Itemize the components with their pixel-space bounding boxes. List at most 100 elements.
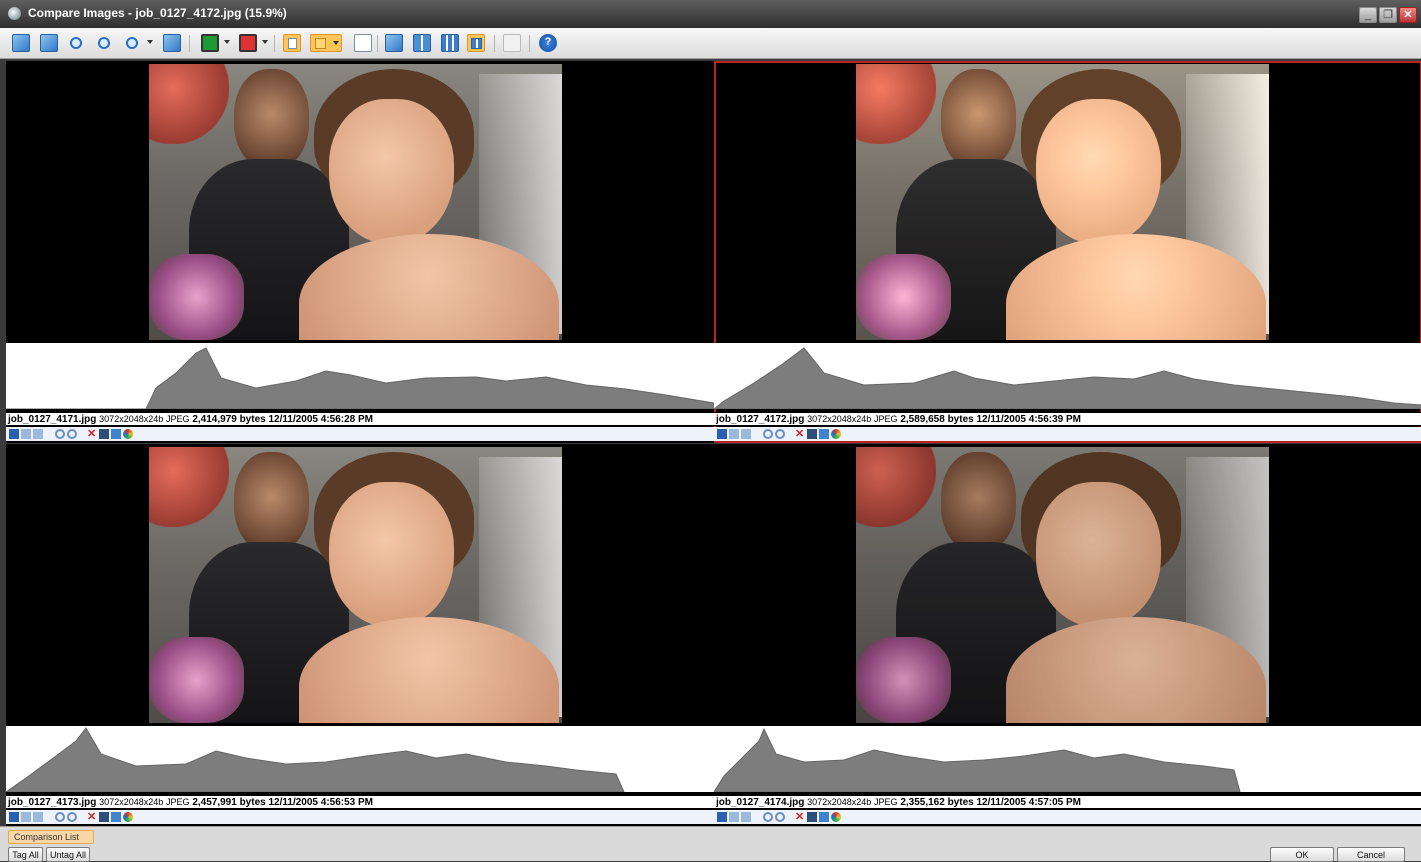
save-icon[interactable]	[9, 429, 19, 439]
open-icon[interactable]	[729, 429, 739, 439]
photo-image[interactable]	[856, 64, 1269, 340]
image-panel[interactable]: job_0127_4173.jpg 3072x2048x24b JPEG 2,4…	[6, 444, 714, 826]
image-format: JPEG	[166, 414, 190, 424]
color-wheel-icon[interactable]	[831, 429, 841, 439]
three-up-icon[interactable]	[441, 34, 459, 52]
refresh-icon[interactable]	[33, 429, 43, 439]
untag-all-button[interactable]: Untag All	[46, 847, 90, 862]
zoom-menu-icon[interactable]	[126, 37, 138, 49]
chevron-down-icon[interactable]	[224, 40, 230, 44]
crop-icon[interactable]	[99, 429, 109, 439]
panel-toolbar: ✕	[714, 427, 1421, 441]
bride-face	[1036, 482, 1161, 627]
photo-image[interactable]	[149, 447, 562, 723]
window-title: Compare Images - job_0127_4172.jpg (15.9…	[28, 6, 287, 20]
color-wheel-icon[interactable]	[831, 812, 841, 822]
panel-toolbar: ✕	[714, 810, 1421, 824]
refresh-icon[interactable]	[741, 429, 751, 439]
histogram	[6, 726, 714, 792]
red-color-icon[interactable]	[239, 34, 257, 52]
delete-icon[interactable]: ✕	[87, 812, 97, 823]
zoom-in-icon[interactable]	[55, 429, 65, 439]
zoom-out-icon[interactable]	[775, 429, 785, 439]
refresh-icon[interactable]	[741, 812, 751, 822]
histogram	[714, 726, 1421, 792]
image-format: JPEG	[166, 797, 190, 807]
restore-button[interactable]: ❐	[1379, 7, 1397, 23]
zoom-out-icon[interactable]	[775, 812, 785, 822]
page-icon-button[interactable]	[283, 34, 301, 52]
groom-head	[941, 452, 1016, 552]
open-icon[interactable]	[21, 812, 31, 822]
histogram-graph	[714, 727, 1241, 792]
image-edit-icon[interactable]	[819, 812, 829, 822]
chevron-down-icon[interactable]	[262, 40, 268, 44]
groom-head	[234, 452, 309, 552]
zoom-in-icon[interactable]	[763, 812, 773, 822]
color-wheel-icon[interactable]	[123, 429, 133, 439]
zoom-out-icon[interactable]	[98, 37, 110, 49]
photo-image[interactable]	[149, 64, 562, 340]
tag-all-button[interactable]: Tag All	[8, 847, 43, 862]
delete-icon[interactable]: ✕	[795, 429, 805, 440]
ok-button[interactable]: OK	[1270, 847, 1334, 862]
delete-icon[interactable]: ✕	[87, 429, 97, 440]
image-edit-icon[interactable]	[111, 429, 121, 439]
crop-icon[interactable]	[99, 812, 109, 822]
toolbar-divider	[494, 35, 495, 52]
clipboard-icon[interactable]	[503, 34, 521, 52]
cancel-button[interactable]: Cancel	[1337, 847, 1405, 862]
background-red-object	[149, 64, 229, 144]
refresh-icon[interactable]	[33, 812, 43, 822]
close-button[interactable]: ✕	[1399, 7, 1417, 23]
help-icon[interactable]: ?	[539, 34, 557, 52]
photo-image[interactable]	[856, 447, 1269, 723]
zoom-out-icon[interactable]	[67, 429, 77, 439]
bouquet	[856, 637, 951, 723]
save-icon[interactable]	[9, 812, 19, 822]
image-panel[interactable]: job_0127_4172.jpg 3072x2048x24b JPEG 2,5…	[714, 61, 1421, 443]
zoom-in-icon[interactable]	[55, 812, 65, 822]
panel-toolbar: ✕	[6, 427, 714, 441]
open-icon[interactable]	[729, 812, 739, 822]
image-format: JPEG	[874, 414, 898, 424]
zoom-in-icon[interactable]	[70, 37, 82, 49]
groom-head	[941, 69, 1016, 169]
title-bar: Compare Images - job_0127_4172.jpg (15.9…	[0, 0, 1421, 28]
histogram-icon	[315, 38, 326, 49]
crop-icon[interactable]	[807, 429, 817, 439]
image-info-bar: job_0127_4172.jpg 3072x2048x24b JPEG 2,5…	[714, 412, 1421, 426]
chevron-down-icon[interactable]	[147, 40, 153, 44]
four-up-button[interactable]	[467, 34, 485, 52]
open-icon[interactable]	[21, 429, 31, 439]
delete-icon[interactable]: ✕	[795, 812, 805, 823]
file-size: 2,355,162 bytes	[900, 797, 974, 808]
properties-icon[interactable]	[354, 34, 372, 52]
prev-image-icon[interactable]	[12, 34, 30, 52]
comparison-list-tab[interactable]: Comparison List	[8, 830, 94, 844]
background-red-object	[149, 447, 229, 527]
save-icon[interactable]	[717, 812, 727, 822]
single-view-icon[interactable]	[385, 34, 403, 52]
histogram	[714, 343, 1421, 409]
color-wheel-icon[interactable]	[123, 812, 133, 822]
zoom-in-icon[interactable]	[763, 429, 773, 439]
two-up-icon[interactable]	[413, 34, 431, 52]
image-edit-icon[interactable]	[819, 429, 829, 439]
image-dimensions: 3072x2048x24b	[807, 414, 872, 424]
toolbar-divider	[377, 35, 378, 52]
zoom-out-icon[interactable]	[67, 812, 77, 822]
file-name: job_0127_4173.jpg	[8, 797, 97, 808]
next-image-icon[interactable]	[40, 34, 58, 52]
fit-icon[interactable]	[163, 34, 181, 52]
crop-icon[interactable]	[807, 812, 817, 822]
image-edit-icon[interactable]	[111, 812, 121, 822]
image-panel[interactable]: job_0127_4171.jpg 3072x2048x24b JPEG 2,4…	[6, 61, 714, 443]
green-color-icon[interactable]	[201, 34, 219, 52]
minimize-button[interactable]: _	[1359, 7, 1377, 23]
save-icon[interactable]	[717, 429, 727, 439]
file-date: 12/11/2005 4:57:05 PM	[976, 797, 1082, 808]
image-panel[interactable]: job_0127_4174.jpg 3072x2048x24b JPEG 2,3…	[714, 444, 1421, 826]
histogram-icon-button[interactable]	[310, 34, 342, 52]
file-name: job_0127_4172.jpg	[716, 414, 805, 425]
